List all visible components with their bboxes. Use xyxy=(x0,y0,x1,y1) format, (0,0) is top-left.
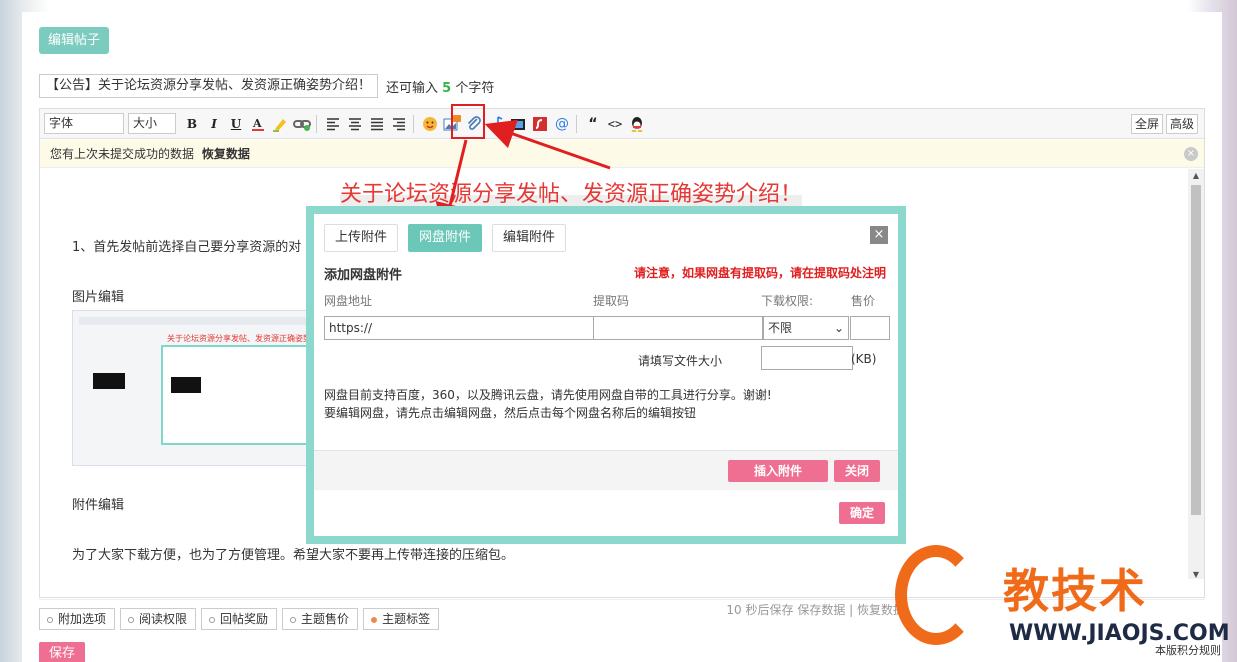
font-color-icon[interactable]: A xyxy=(248,114,268,134)
watermark-logo-icon xyxy=(895,545,977,645)
dialog-warning: 请注意，如果网盘有提取码，请在提取码处注明 xyxy=(633,266,886,280)
dialog-heading: 添加网盘附件 xyxy=(324,268,403,283)
font-size-select[interactable]: 大小 xyxy=(128,113,176,134)
chevron-down-icon: ⌄ xyxy=(833,321,844,335)
dialog-footer: 插入附件 关闭 xyxy=(314,450,898,490)
remain-prefix: 还可输入 xyxy=(386,80,439,96)
fullscreen-button[interactable]: 全屏 xyxy=(1130,114,1163,134)
align-left-icon[interactable] xyxy=(323,114,343,134)
restore-notice: 您有上次未提交成功的数据 恢复数据 × xyxy=(40,140,1204,168)
file-size-unit: (KB) xyxy=(851,352,877,366)
toolbar-separator xyxy=(316,114,317,133)
qq-icon[interactable] xyxy=(627,114,647,134)
bold-button[interactable]: B xyxy=(182,114,202,134)
content-bottom-text: 为了大家下载方便，也为了方便管理。希望大家不要再上传带连接的压缩包。 xyxy=(72,548,515,563)
thumb-toolbar xyxy=(79,317,307,325)
option-reply-reward[interactable]: 回帖奖励 xyxy=(201,608,278,630)
italic-button[interactable]: I xyxy=(204,114,224,134)
watermark-brand: 教技术 xyxy=(1003,564,1147,618)
toolbar-right: 全屏 高级 xyxy=(1128,114,1198,134)
content-step1: 1、首先发帖前选择自己要分享资源的对 xyxy=(72,240,302,255)
content-image-edit: 图片编辑 xyxy=(72,290,125,305)
tab-netdisk-attachment[interactable]: 网盘附件 xyxy=(408,224,483,252)
permission-value: 不限 xyxy=(768,321,793,335)
toolbar-separator xyxy=(576,114,577,133)
title-row: 【公告】关于论坛资源分享发帖、发资源正确姿势介绍！ 还可输入 5 个字符 xyxy=(39,74,494,98)
content-attach-edit: 附件编辑 xyxy=(72,498,125,513)
advanced-button[interactable]: 高级 xyxy=(1165,114,1198,134)
close-button[interactable]: 关闭 xyxy=(834,460,880,482)
col-extract-code: 提取码 xyxy=(593,294,630,308)
netdisk-attachment-dialog: 上传附件 网盘附件 编辑附件 × 添加网盘附件 请注意，如果网盘有提取码，请在提… xyxy=(306,206,906,544)
post-title-input[interactable]: 【公告】关于论坛资源分享发帖、发资源正确姿势介绍！ xyxy=(39,74,379,98)
code-icon[interactable]: <> xyxy=(605,114,625,134)
thumb-dialog xyxy=(161,345,311,445)
insert-attachment-button[interactable]: 插入附件 xyxy=(728,460,828,482)
link-icon[interactable] xyxy=(292,114,312,134)
remain-count: 5 xyxy=(442,80,452,96)
align-justify-icon[interactable] xyxy=(367,114,387,134)
toolbar-separator xyxy=(413,114,414,133)
col-download-permission: 下载权限: xyxy=(761,294,814,308)
site-watermark: 教技术 WWW.JIAOJS.COM 本版积分规则 xyxy=(895,543,1237,662)
emoji-icon[interactable] xyxy=(420,114,440,134)
audio-icon[interactable] xyxy=(486,114,506,134)
close-icon[interactable]: × xyxy=(1184,147,1198,161)
scroll-thumb[interactable] xyxy=(1191,185,1201,515)
thumb-black-block xyxy=(93,373,125,389)
mention-icon[interactable]: @ xyxy=(552,114,572,134)
tab-edit-attachment[interactable]: 编辑附件 xyxy=(492,224,567,252)
tab-upload-attachment[interactable]: 上传附件 xyxy=(324,224,399,252)
attachment-highlight-box xyxy=(451,104,485,139)
download-permission-select[interactable]: 不限 ⌄ xyxy=(763,316,849,340)
credit-rules-link[interactable]: 本版积分规则 xyxy=(1155,642,1221,658)
align-right-icon[interactable] xyxy=(389,114,409,134)
align-center-icon[interactable] xyxy=(345,114,365,134)
dialog-desc-line2: 要编辑网盘，请先点击编辑网盘，然后点击每个网盘名称后的编辑按钮 xyxy=(324,406,697,420)
remain-suffix: 个字符 xyxy=(455,80,495,96)
editor-toolbar: 字体 大小 B I U A @ “ <> 全屏 高级 xyxy=(40,109,1204,139)
highlight-icon[interactable] xyxy=(270,114,290,134)
video-icon[interactable] xyxy=(508,114,528,134)
embedded-screenshot-image: 关于论坛资源分享发帖、发资源正确姿势介绍！ xyxy=(72,310,335,466)
edit-post-tab[interactable]: 编辑帖子 xyxy=(39,27,109,54)
dialog-desc-line1: 网盘目前支持百度，360，以及腾讯云盘，请先使用网盘自带的工具进行分享。谢谢! xyxy=(324,388,772,402)
flash-icon[interactable] xyxy=(530,114,550,134)
col-price: 售价 xyxy=(851,294,876,308)
dialog-tabs: 上传附件 网盘附件 编辑附件 xyxy=(324,224,576,252)
underline-button[interactable]: U xyxy=(226,114,246,134)
title-remaining-count: 还可输入 5 个字符 xyxy=(386,77,494,96)
post-options: 附加选项 阅读权限 回帖奖励 主题售价 主题标签 xyxy=(39,608,444,630)
close-icon[interactable]: × xyxy=(870,226,888,244)
quote-icon[interactable]: “ xyxy=(583,114,603,134)
restore-notice-text: 您有上次未提交成功的数据 xyxy=(50,147,195,161)
price-input[interactable] xyxy=(850,316,890,340)
col-netdisk-url: 网盘地址 xyxy=(324,294,373,308)
netdisk-url-input[interactable]: https:// xyxy=(324,316,594,340)
extract-code-input[interactable] xyxy=(593,316,763,340)
option-read-permission[interactable]: 阅读权限 xyxy=(120,608,197,630)
thumb-black-block xyxy=(171,377,201,393)
svg-text:A: A xyxy=(252,117,262,130)
font-family-select[interactable]: 字体 xyxy=(44,113,124,134)
dialog-description: 网盘目前支持百度，360，以及腾讯云盘，请先使用网盘自带的工具进行分享。谢谢! … xyxy=(324,386,772,422)
save-button[interactable]: 保存 xyxy=(39,642,85,662)
option-thread-price[interactable]: 主题售价 xyxy=(282,608,359,630)
confirm-button[interactable]: 确定 xyxy=(839,502,885,524)
editor-scrollbar[interactable]: ▲ ▼ xyxy=(1188,169,1204,579)
option-extra[interactable]: 附加选项 xyxy=(39,608,116,630)
file-size-input[interactable] xyxy=(761,346,853,370)
option-thread-tags[interactable]: 主题标签 xyxy=(363,608,440,630)
scroll-up-icon[interactable]: ▲ xyxy=(1188,171,1204,180)
restore-data-link[interactable]: 恢复数据 xyxy=(202,147,250,161)
file-size-label: 请填写文件大小 xyxy=(638,354,723,368)
content-heading: 关于论坛资源分享发帖、发资源正确姿势介绍！ xyxy=(340,176,803,208)
